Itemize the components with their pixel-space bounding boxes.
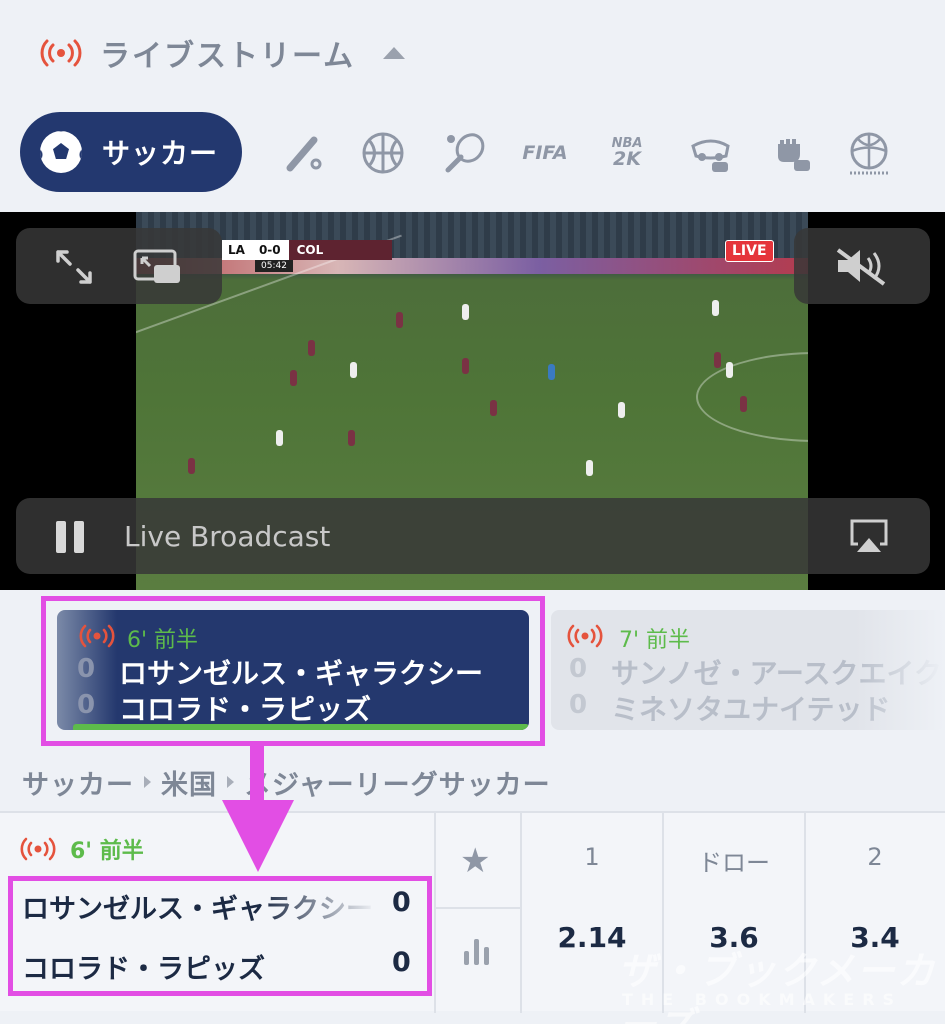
live-icon (567, 624, 603, 648)
player (586, 460, 593, 476)
tab-soccer-label: サッカー (102, 137, 219, 170)
player (462, 358, 469, 374)
highlight-arrow-head (222, 800, 294, 872)
odds-away-label: 2 (867, 843, 883, 871)
player (348, 430, 355, 446)
player (462, 304, 469, 320)
player (714, 352, 721, 368)
highlight-arrow-shaft (250, 744, 264, 802)
watermark-logo: ザ・ブックメーカーズ (618, 949, 937, 1024)
baseball-icon[interactable] (280, 130, 326, 176)
scorebug-home: LA (228, 243, 245, 257)
chevron-right-icon (227, 776, 234, 788)
scorebug: LA 0-0 COL (222, 240, 392, 260)
fighting-esports-icon[interactable] (770, 130, 816, 176)
player (726, 362, 733, 378)
away-score: 0 (569, 690, 588, 720)
fifa-label: FIFA (522, 142, 568, 164)
breadcrumb: サッカー 米国 メジャーリーグサッカー (0, 756, 945, 808)
live-stream-header[interactable]: ライブストリーム (0, 0, 945, 105)
match-time: 6' 前半 (70, 839, 144, 864)
tab-soccer[interactable]: サッカー (20, 112, 242, 192)
row-divider (436, 907, 522, 909)
away-team: ミネソタユナイテッド (611, 693, 891, 726)
player (188, 458, 195, 474)
player (396, 312, 403, 328)
airplay-icon[interactable] (848, 518, 890, 554)
match-time: 7' 前半 (619, 628, 691, 653)
advertising-boards (136, 258, 808, 274)
favorite-star-icon[interactable]: ★ (460, 841, 490, 881)
pause-icon[interactable] (56, 521, 86, 553)
player (290, 370, 297, 386)
player (618, 402, 625, 418)
player (490, 400, 497, 416)
carousel-fade (855, 610, 945, 730)
collapse-caret-icon[interactable] (383, 46, 406, 59)
breadcrumb-sport[interactable]: サッカー (22, 763, 134, 802)
player (740, 396, 747, 412)
stream-title: ライブストリーム (100, 38, 356, 74)
nba2k-icon[interactable]: NBA 2K (604, 130, 650, 176)
odds-draw-label: ドロー (698, 849, 770, 877)
referee (548, 364, 555, 380)
broadcast-status: Live Broadcast (124, 520, 331, 553)
picture-in-picture-icon[interactable] (132, 248, 184, 286)
soccer-ball-icon (40, 131, 82, 173)
video-controls-top-left (16, 228, 222, 304)
video-controls-top-right (794, 228, 930, 304)
scorebug-score: 0-0 (258, 243, 281, 257)
fifa-icon[interactable]: FIFA (522, 130, 568, 176)
live-broadcast-icon (40, 39, 82, 66)
chevron-right-icon (144, 776, 151, 788)
player (350, 362, 357, 378)
racing-esports-icon[interactable] (688, 130, 734, 176)
home-score: 0 (569, 654, 588, 684)
scorebug-time: 05:42 (255, 260, 293, 272)
highlight-box-event-card (41, 596, 545, 746)
tennis-icon[interactable] (442, 130, 488, 176)
basketball-icon[interactable] (360, 130, 406, 176)
nba-2k-label: 2K (613, 148, 641, 170)
statistics-icon[interactable] (462, 935, 494, 965)
sport-tabs: サッカー FIFA NBA 2K (0, 108, 945, 198)
scorebug-away: COL (288, 240, 392, 260)
breadcrumb-country[interactable]: 米国 (161, 763, 217, 802)
highlight-box-team-names (8, 876, 432, 996)
player (308, 340, 315, 356)
live-icon (20, 837, 56, 861)
column-divider (434, 813, 436, 1013)
fullscreen-icon[interactable] (54, 248, 94, 286)
live-tag: LIVE (725, 240, 774, 262)
volleyball-icon[interactable] (846, 130, 892, 176)
breadcrumb-league[interactable]: メジャーリーグサッカー (244, 763, 551, 802)
muted-speaker-icon[interactable] (832, 246, 890, 286)
player (712, 300, 719, 316)
odds-home-label: 1 (584, 843, 600, 871)
watermark-logo-sub: THE BOOKMAKERS (622, 990, 903, 1009)
center-circle (696, 352, 808, 442)
player (276, 430, 283, 446)
